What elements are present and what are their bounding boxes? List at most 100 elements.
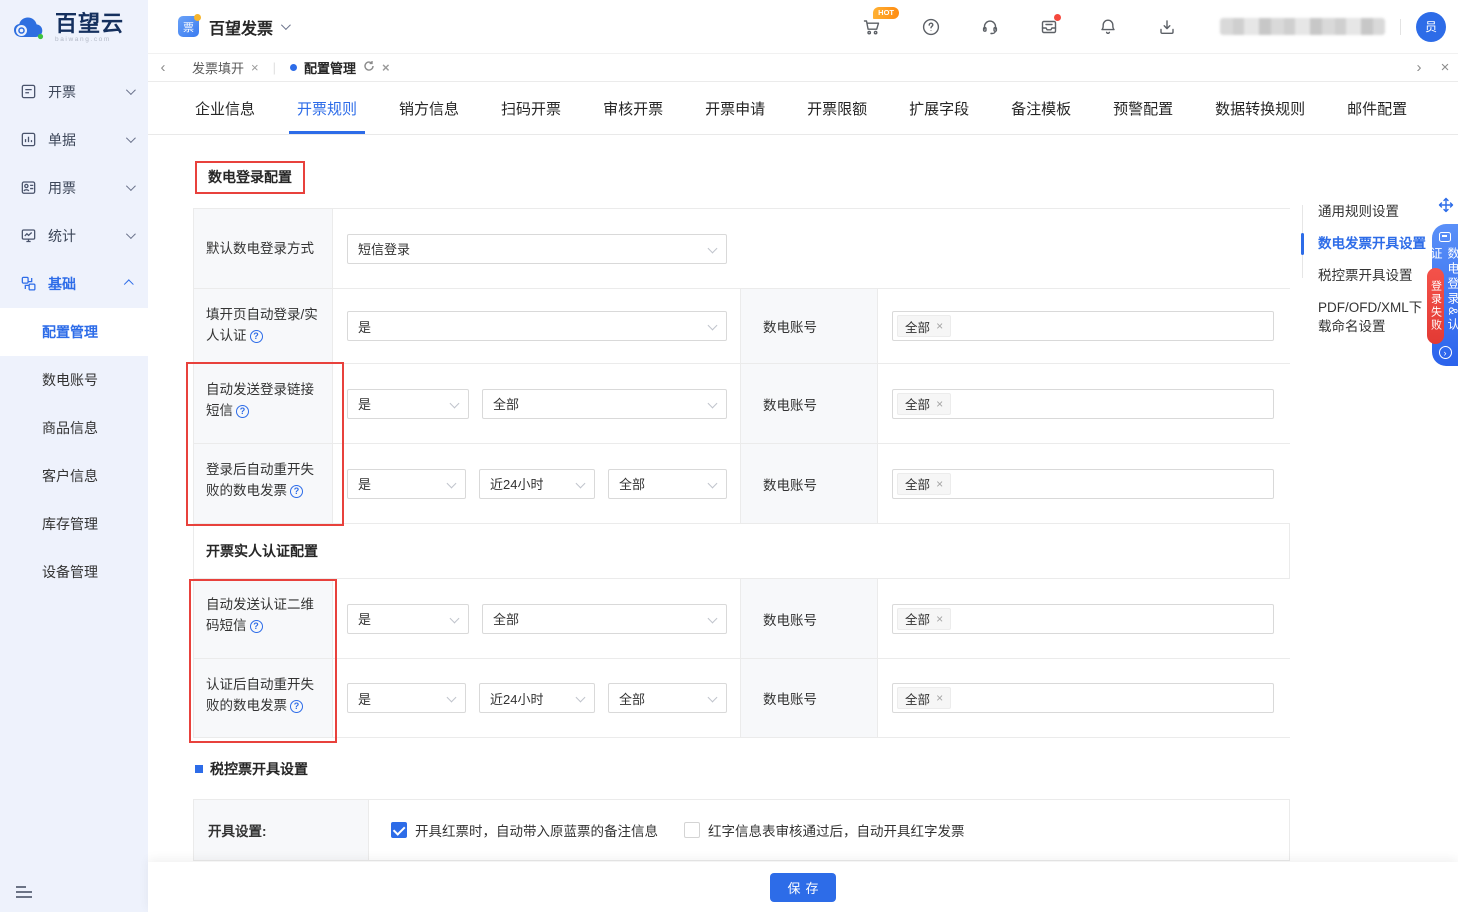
content-tabs: 企业信息 开票规则 销方信息 扫码开票 审核开票 开票申请 开票限额 扩展字段 …: [148, 82, 1458, 135]
account-label: 数电账号: [763, 394, 817, 414]
login-sms-enable-select[interactable]: 是: [347, 389, 469, 419]
tab-mail-config[interactable]: 邮件配置: [1344, 82, 1410, 134]
auth-reopen-enable-select[interactable]: 是: [347, 683, 466, 713]
headset-icon[interactable]: [979, 16, 1001, 38]
account-tag-input[interactable]: 全部×: [892, 604, 1274, 634]
drag-move-icon[interactable]: [1438, 197, 1454, 218]
field-label-cell: 登录后自动重开失败的数电发票?: [194, 444, 333, 523]
brand-logo: 百望云 baiwang.com: [0, 0, 148, 44]
sidebar-subitem-goods[interactable]: 商品信息: [0, 404, 148, 452]
tab-alert-config[interactable]: 预警配置: [1110, 82, 1176, 134]
tab-data-conversion[interactable]: 数据转换规则: [1212, 82, 1308, 134]
sidebar-subitem-customers[interactable]: 客户信息: [0, 452, 148, 500]
save-button[interactable]: 保存: [770, 873, 836, 902]
tag-label: 全部: [905, 474, 930, 493]
select-value: 全部: [619, 689, 645, 708]
sidebar-item-tongji[interactable]: 统计: [0, 212, 148, 260]
reopen-scope-select[interactable]: 全部: [608, 469, 727, 499]
auth-reopen-window-select[interactable]: 近24小时: [479, 683, 595, 713]
subitem-label: 配置管理: [42, 322, 98, 342]
select-value: 是: [358, 689, 371, 708]
sidebar-subitem-devices[interactable]: 设备管理: [0, 548, 148, 596]
close-all-tabs-icon[interactable]: ×: [1432, 59, 1458, 76]
chevron-down-icon: [450, 398, 460, 408]
sidebar-item-kaipiao[interactable]: 开票: [0, 68, 148, 116]
sidebar-item-jichu[interactable]: 基础: [0, 260, 148, 308]
anchor-digital-invoice[interactable]: 数电发票开具设置: [1302, 234, 1430, 253]
help-icon[interactable]: ?: [290, 700, 303, 713]
account-tag-input[interactable]: 全部×: [892, 683, 1274, 713]
anchor-tax-control[interactable]: 税控票开具设置: [1302, 266, 1430, 285]
sidebar-collapse-icon[interactable]: [16, 886, 32, 898]
monitor-stats-icon: [20, 227, 37, 244]
sidebar-subitem-digital-account[interactable]: 数电账号: [0, 356, 148, 404]
form-row-reopen-after-auth: 认证后自动重开失败的数电发票? 是 近24小时 全部 数电账号: [194, 659, 1289, 738]
auto-login-select[interactable]: 是: [347, 311, 727, 341]
tabs-scroll-right-icon[interactable]: ›: [1406, 59, 1432, 76]
download-icon[interactable]: [1156, 16, 1178, 38]
form-row-default-login: 默认数电登录方式 短信登录: [194, 209, 1289, 289]
checkbox-red-invoice-remark[interactable]: [391, 822, 407, 838]
tab-remark-template[interactable]: 备注模板: [1008, 82, 1074, 134]
sidebar-item-yongpiao[interactable]: 用票: [0, 164, 148, 212]
select-value: 全部: [493, 609, 519, 628]
chevron-down-icon: [708, 321, 718, 331]
checkbox-auto-issue-red[interactable]: [684, 822, 700, 838]
help-icon[interactable]: ?: [290, 485, 303, 498]
app-switcher[interactable]: 票 百望发票: [178, 15, 288, 39]
remove-tag-icon[interactable]: ×: [936, 477, 943, 491]
invoice-icon: [20, 83, 37, 100]
inbox-message-icon[interactable]: [1038, 16, 1060, 38]
auth-reopen-scope-select[interactable]: 全部: [608, 683, 727, 713]
tab-invoicing-limit[interactable]: 开票限额: [804, 82, 870, 134]
avatar[interactable]: 员: [1416, 12, 1446, 42]
qr-sms-enable-select[interactable]: 是: [347, 604, 469, 634]
qr-sms-scope-select[interactable]: 全部: [482, 604, 727, 634]
chevron-down-icon: [708, 613, 718, 623]
tab-invoicing-rules[interactable]: 开票规则: [294, 82, 360, 134]
remove-tag-icon[interactable]: ×: [936, 691, 943, 705]
help-icon[interactable]: ?: [250, 620, 263, 633]
cart-icon[interactable]: HOT: [861, 16, 883, 38]
remove-tag-icon[interactable]: ×: [936, 319, 943, 333]
remove-tag-icon[interactable]: ×: [936, 397, 943, 411]
reopen-enable-select[interactable]: 是: [347, 469, 466, 499]
help-icon[interactable]: [920, 16, 942, 38]
remove-tag-icon[interactable]: ×: [936, 612, 943, 626]
account-tag-input[interactable]: 全部 ×: [892, 469, 1274, 499]
close-tab-icon[interactable]: ×: [251, 60, 259, 75]
tab-review-invoicing[interactable]: 审核开票: [600, 82, 666, 134]
tab-extended-fields[interactable]: 扩展字段: [906, 82, 972, 134]
anchor-pdf-naming[interactable]: PDF/OFD/XML下载命名设置: [1302, 298, 1430, 336]
sidebar-item-danju[interactable]: 单据: [0, 116, 148, 164]
account-tag-input[interactable]: 全部×: [892, 311, 1274, 341]
expand-more-icon[interactable]: ›: [1439, 346, 1452, 359]
tab-enterprise-info[interactable]: 企业信息: [192, 82, 258, 134]
close-tab-icon[interactable]: ×: [382, 60, 390, 75]
anchor-general-rules[interactable]: 通用规则设置: [1302, 202, 1430, 221]
bell-icon[interactable]: [1097, 16, 1119, 38]
help-icon[interactable]: ?: [250, 330, 263, 343]
default-login-method-select[interactable]: 短信登录: [347, 234, 727, 264]
tab-scan-invoicing[interactable]: 扫码开票: [498, 82, 564, 134]
tab-label: 发票填开: [192, 58, 244, 77]
account-label-cell: 数电账号: [740, 364, 878, 443]
badge-label: 登录失败: [1428, 280, 1444, 332]
tab-seller-info[interactable]: 销方信息: [396, 82, 462, 134]
help-icon[interactable]: ?: [236, 405, 249, 418]
tab-config-management[interactable]: 配置管理 ×: [276, 54, 404, 81]
form-row-auto-send-login-sms: 自动发送登录链接短信? 是 全部 数电账号 全部×: [194, 364, 1289, 444]
refresh-icon[interactable]: [363, 60, 375, 75]
reopen-window-select[interactable]: 近24小时: [479, 469, 595, 499]
account-tag-input[interactable]: 全部×: [892, 389, 1274, 419]
sidebar-subitem-inventory[interactable]: 库存管理: [0, 500, 148, 548]
tabs-scroll-left-icon[interactable]: ‹: [148, 59, 178, 76]
tab-invoice-fill[interactable]: 发票填开 ×: [178, 54, 273, 81]
section-title-digital-login: 数电登录配置: [195, 161, 305, 194]
login-failed-badge[interactable]: 登录失败: [1427, 268, 1444, 344]
cloud-logo-icon: [12, 15, 48, 41]
tab-invoicing-apply[interactable]: 开票申请: [702, 82, 768, 134]
login-sms-scope-select[interactable]: 全部: [482, 389, 727, 419]
sidebar-subitem-config[interactable]: 配置管理: [0, 308, 148, 356]
footer-bar: 保存: [148, 862, 1458, 912]
